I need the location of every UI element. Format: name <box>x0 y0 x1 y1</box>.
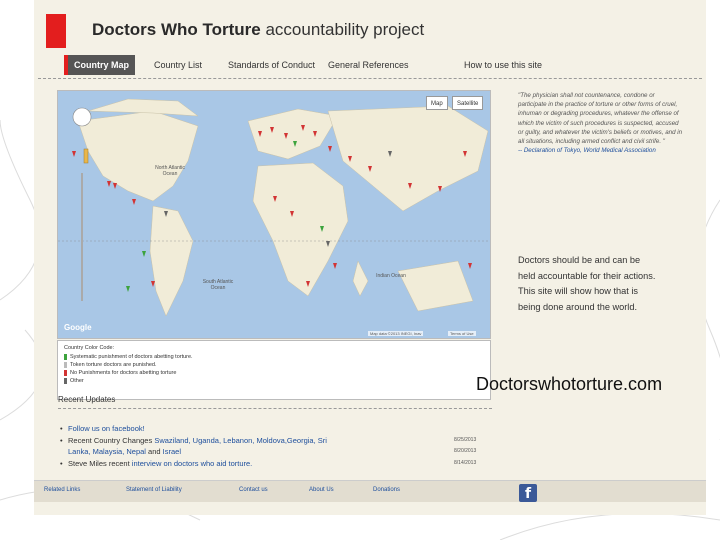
recent-updates-list: • Follow us on facebook! • Recent Country … <box>60 423 490 469</box>
country-changes-link[interactable]: Swaziland, Uganda, Lebanon, Moldova,Geor… <box>154 436 327 445</box>
quote-text: "The physician shall not countenance, co… <box>518 92 683 146</box>
presentation-slide: Doctors Who Torture accountability proje… <box>0 0 720 540</box>
red-marker-icon <box>64 370 67 376</box>
white-marker-icon <box>64 362 67 368</box>
site-header: Doctors Who Torture accountability proje… <box>34 14 706 48</box>
legend-text: No Punishments for doctors abetting tort… <box>70 370 177 376</box>
country-map[interactable]: Map Satellite North Atlantic Ocean South… <box>57 90 491 339</box>
map-terms-link[interactable]: Terms of Use <box>448 331 476 336</box>
facebook-icon[interactable]: f <box>519 484 537 502</box>
country-changes-link-cont[interactable]: Lanka, Malaysia, Nepal <box>68 447 146 456</box>
site-footer: Related Links Statement of Liability Con… <box>34 480 706 502</box>
list-item: • Steve Miles recent interview on doctors… <box>60 458 490 470</box>
legend-text: Token torture doctors are punished. <box>70 362 157 368</box>
gray-marker-icon <box>64 378 67 384</box>
nav-country-map[interactable]: Country Map <box>64 55 135 75</box>
tokyo-declaration-quote: "The physician shall not countenance, co… <box>518 91 683 155</box>
update-prefix: Steve Miles recent <box>68 458 132 468</box>
logo-bar <box>46 14 66 48</box>
bullet-icon: • <box>60 424 63 433</box>
footer-contact-us[interactable]: Contact us <box>239 487 268 493</box>
legend-item: Token torture doctors are punished. <box>64 361 484 369</box>
update-connector: and <box>145 447 163 456</box>
world-map-graphic <box>58 98 490 317</box>
recent-updates-title: Recent Updates <box>58 395 116 404</box>
map-label-north-atlantic: North Atlantic Ocean <box>155 165 185 177</box>
recent-divider <box>58 408 492 409</box>
map-legend: Country Color Code: Systematic punishmen… <box>57 340 491 400</box>
update-prefix: Recent Country Changes <box>68 435 155 445</box>
bullet-icon: • <box>60 458 63 468</box>
bullet-icon: • <box>60 435 63 445</box>
legend-text: Other <box>70 378 84 384</box>
map-data-attribution: Map data ©2013 INEGI, Inav <box>368 331 424 336</box>
legend-item: Systematic punishment of doctors abettin… <box>64 353 484 361</box>
satellite-view-button[interactable]: Satellite <box>452 96 484 110</box>
main-nav: Country Map Country List Standards of Co… <box>64 55 704 77</box>
list-item: Lanka, Malaysia, Nepal and Israel 8/20/2… <box>60 446 490 458</box>
list-item: • Recent Country Changes Swaziland, Ugand… <box>60 435 490 447</box>
green-marker-icon <box>64 354 67 360</box>
nav-how-to-use[interactable]: How to use this site <box>458 55 548 75</box>
site-title[interactable]: Doctors Who Torture accountability proje… <box>92 20 424 40</box>
facebook-follow-link[interactable]: Follow us on facebook! <box>68 424 145 433</box>
legend-item: No Punishments for doctors abetting tort… <box>64 369 484 377</box>
nav-general-references[interactable]: General References <box>322 55 415 75</box>
footer-statement-of-liability[interactable]: Statement of Liability <box>126 487 182 493</box>
site-title-bold: Doctors Who Torture <box>92 20 261 39</box>
update-date: 8/25/2013 <box>454 436 477 443</box>
legend-text: Systematic punishment of doctors abettin… <box>70 354 193 360</box>
map-label-indian-ocean: Indian Ocean <box>376 273 406 279</box>
quote-attribution[interactable]: -- Declaration of Tokyo, World Medical A… <box>518 146 683 155</box>
update-date: 8/14/2013 <box>454 459 477 466</box>
nav-divider <box>38 78 702 79</box>
slide-caption: Doctorswhotorture.com <box>476 374 663 394</box>
map-view-button[interactable]: Map <box>426 96 448 110</box>
nav-standards-of-conduct[interactable]: Standards of Conduct <box>222 55 321 75</box>
list-item: • Follow us on facebook! <box>60 423 490 435</box>
google-logo: Google <box>64 323 92 332</box>
israel-link[interactable]: Israel <box>163 447 181 456</box>
footer-donations[interactable]: Donations <box>373 487 400 493</box>
site-title-rest: accountability project <box>260 20 425 39</box>
legend-item: Other <box>64 377 484 385</box>
nav-country-list[interactable]: Country List <box>148 55 208 75</box>
interview-link[interactable]: interview on doctors who aid torture. <box>132 459 252 468</box>
map-label-south-atlantic: South Atlantic Ocean <box>202 279 234 291</box>
footer-related-links[interactable]: Related Links <box>44 487 80 493</box>
footer-about-us[interactable]: About Us <box>309 487 334 493</box>
legend-title: Country Color Code: <box>64 345 115 351</box>
site-tagline: Doctors should be and can be held accoun… <box>518 255 656 313</box>
website-screenshot: Doctors Who Torture accountability proje… <box>34 0 706 515</box>
update-date: 8/20/2013 <box>454 448 477 454</box>
